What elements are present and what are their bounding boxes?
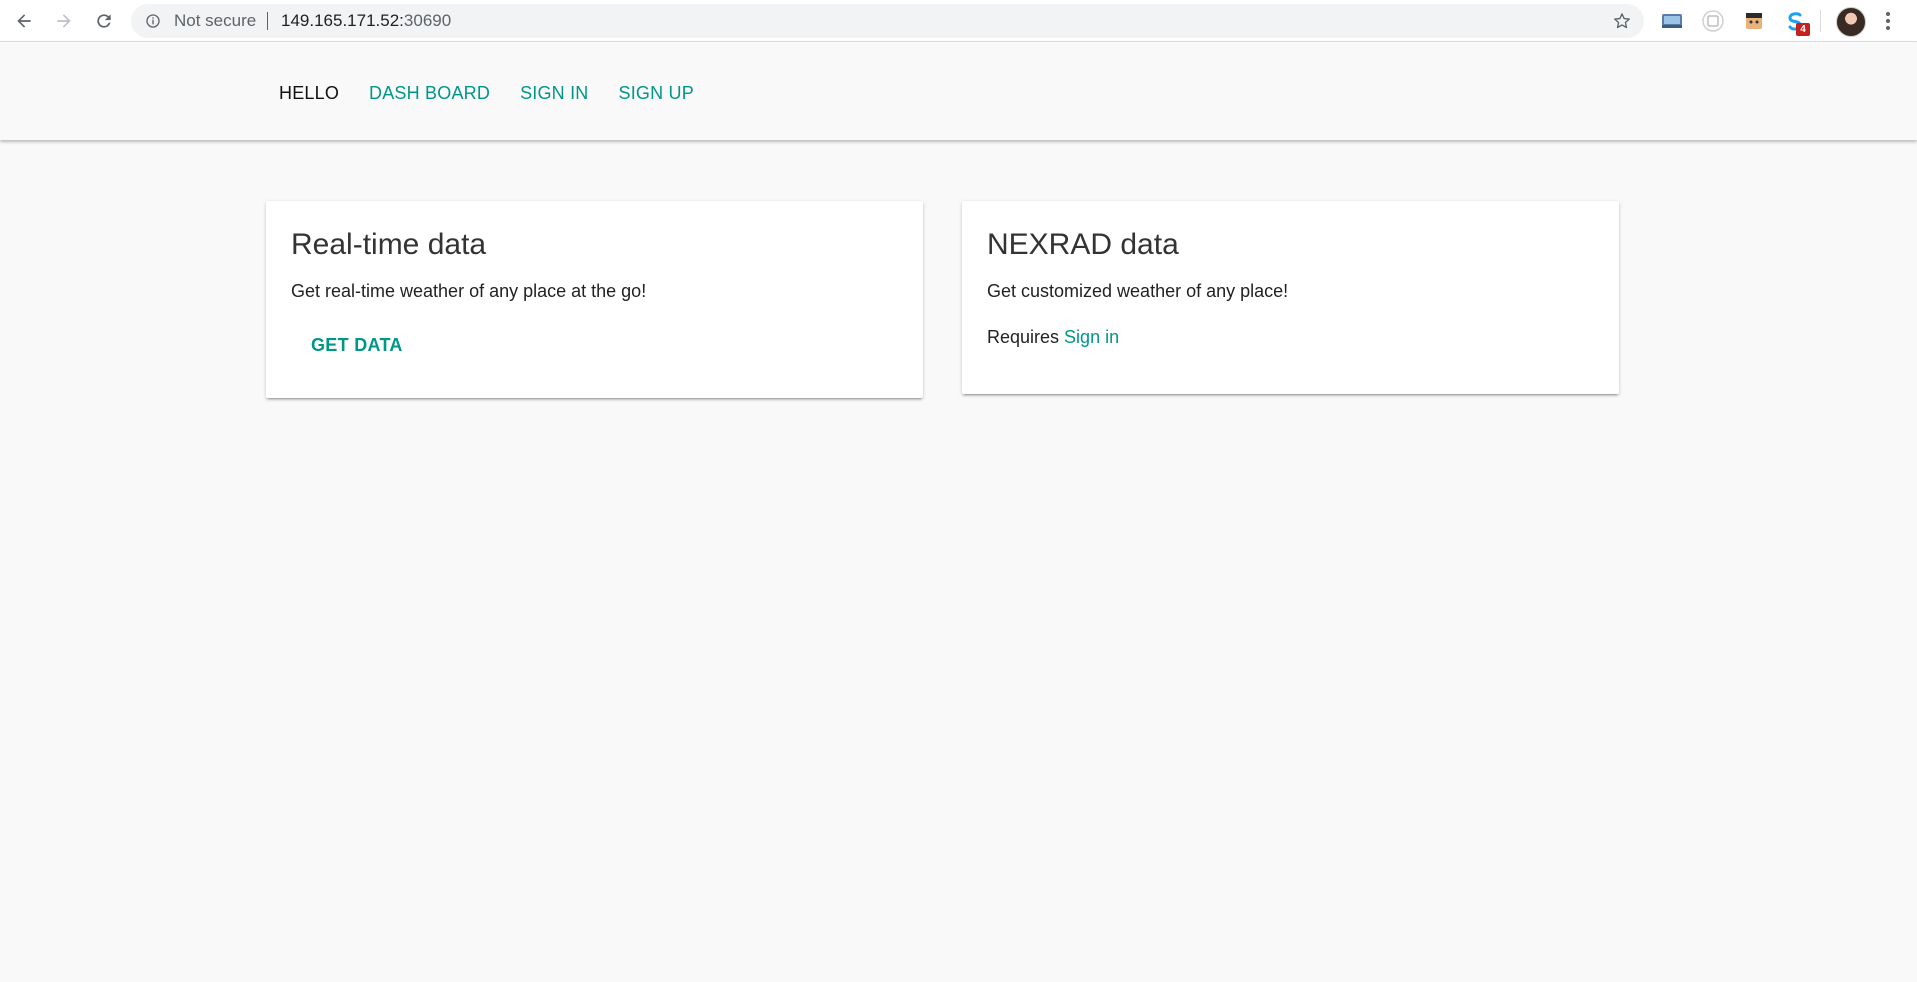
info-icon[interactable]	[145, 13, 161, 29]
requires-sign-in-text: Requires Sign in	[987, 326, 1119, 348]
nav-link-sign-up[interactable]: SIGN UP	[618, 82, 693, 104]
top-nav: HELLO DASH BOARD SIGN IN SIGN UP	[279, 82, 724, 104]
reload-icon	[97, 14, 111, 28]
omnibox-separator	[267, 12, 268, 30]
card-title: Real-time data	[291, 228, 487, 261]
realtime-data-card: Real-time data Get real-time weather of …	[266, 201, 923, 398]
nav-link-sign-in[interactable]: SIGN IN	[520, 82, 588, 104]
card-description: Get customized weather of any place!	[987, 281, 1289, 301]
arrow-left-icon	[17, 14, 31, 28]
arrow-right-icon	[57, 14, 71, 28]
address-bar[interactable]: Not secure 149.165.171.52:30690	[131, 4, 1644, 38]
toolbar-divider	[1820, 10, 1821, 32]
extension-robot-icon[interactable]	[1743, 10, 1765, 32]
url-text[interactable]: 149.165.171.52:30690	[281, 4, 451, 38]
star-icon[interactable]	[1612, 11, 1632, 31]
sign-in-link[interactable]: Sign in	[1064, 327, 1119, 347]
security-label[interactable]: Not secure	[174, 4, 256, 38]
app-header: HELLO DASH BOARD SIGN IN SIGN UP	[0, 42, 1917, 140]
nav-link-dashboard[interactable]: DASH BOARD	[369, 82, 490, 104]
browser-toolbar: Not secure 149.165.171.52:30690 4	[0, 0, 1917, 42]
get-data-button[interactable]: GET DATA	[311, 334, 403, 356]
extension-badge: 4	[1796, 23, 1810, 36]
back-button[interactable]	[10, 7, 38, 35]
requires-prefix: Requires	[987, 327, 1065, 347]
url-port: 30690	[403, 11, 452, 30]
url-host: 149.165.171.52:	[281, 11, 404, 30]
extension-image-icon[interactable]	[1661, 10, 1683, 32]
nav-brand-hello[interactable]: HELLO	[279, 82, 339, 104]
reload-button[interactable]	[90, 7, 118, 35]
nexrad-data-card: NEXRAD data Get customized weather of an…	[962, 201, 1619, 394]
extension-box-icon[interactable]	[1702, 10, 1724, 32]
more-vert-icon[interactable]	[1884, 9, 1892, 33]
card-description: Get real-time weather of any place at th…	[291, 281, 647, 301]
card-title: NEXRAD data	[987, 228, 1179, 261]
profile-avatar[interactable]	[1836, 7, 1866, 37]
forward-button[interactable]	[50, 7, 78, 35]
